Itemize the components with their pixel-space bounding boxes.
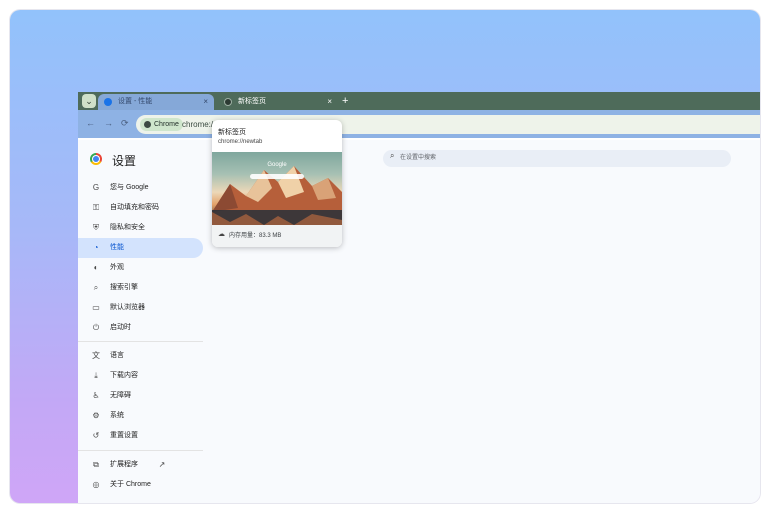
- sidebar-item-default-browser[interactable]: ▭ 默认浏览器: [78, 298, 203, 318]
- sidebar-item-label: 无障碍: [110, 392, 131, 399]
- sidebar-item-appearance[interactable]: ◐ 外观: [78, 258, 203, 278]
- tab-settings[interactable]: 设置 - 性能 ×: [98, 94, 214, 110]
- puzzle-icon: ⧉: [93, 460, 99, 469]
- search-icon: ⌕: [93, 283, 99, 292]
- sidebar-divider: [78, 450, 203, 451]
- sidebar-item-label: 自动填充和密码: [110, 204, 159, 211]
- sidebar-item-performance[interactable]: ◔ 性能: [78, 238, 203, 258]
- hover-card-url: chrome://newtab: [218, 139, 263, 145]
- desktop-background: ⌄ 设置 - 性能 × 新标签页 × + ← → ⟳ Chrome 设置 ⌕ 在…: [10, 10, 760, 503]
- tab-search-icon[interactable]: ⌄: [82, 94, 96, 108]
- sidebar-item-label: 隐私和安全: [110, 224, 145, 231]
- gear-icon: [104, 98, 112, 106]
- sidebar-item-privacy[interactable]: ⛨ 隐私和安全: [78, 218, 203, 238]
- sidebar-item-you-and-google[interactable]: G 您与 Google: [78, 178, 203, 198]
- new-tab-button[interactable]: +: [342, 93, 348, 109]
- external-link-icon: ↗: [158, 460, 166, 469]
- search-placeholder: 在设置中搜索: [400, 155, 437, 161]
- sidebar-item-downloads[interactable]: ⤓ 下载内容: [78, 366, 203, 386]
- accessibility-icon: ♿: [92, 391, 100, 400]
- sidebar-item-label: 关于 Chrome: [110, 481, 151, 488]
- sidebar-item-label: 重置设置: [110, 432, 138, 439]
- reload-icon[interactable]: ⟳: [121, 118, 129, 129]
- sidebar-item-system[interactable]: ⚙ 系统: [78, 406, 203, 426]
- hover-card-title: 新标签页: [218, 129, 246, 136]
- sidebar-item-label: 启动时: [110, 324, 131, 331]
- key-icon: ⚿: [92, 203, 100, 212]
- google-wordmark: Google: [267, 162, 287, 168]
- sidebar-item-reset[interactable]: ↺ 重置设置: [78, 426, 203, 446]
- sidebar-item-label: 系统: [110, 412, 124, 419]
- wrench-icon: ⚙: [92, 411, 100, 420]
- speedometer-icon: ◔: [93, 243, 99, 252]
- sidebar-item-search-engine[interactable]: ⌕ 搜索引擎: [78, 278, 203, 298]
- sidebar-divider: [78, 341, 203, 342]
- sidebar-item-accessibility[interactable]: ♿ 无障碍: [78, 386, 203, 406]
- sidebar-item-about-chrome[interactable]: ◎ 关于 Chrome: [78, 475, 203, 495]
- close-icon[interactable]: ×: [327, 94, 332, 110]
- tab-new-tab[interactable]: 新标签页 ×: [218, 94, 338, 110]
- close-icon[interactable]: ×: [203, 94, 208, 110]
- chrome-logo-icon: [90, 153, 102, 165]
- tab-preview-thumbnail: Google: [212, 152, 342, 225]
- sidebar-item-on-startup[interactable]: ⏻ 启动时: [78, 318, 203, 338]
- tab-strip: ⌄ 设置 - 性能 × 新标签页 × +: [78, 92, 760, 110]
- settings-search-input[interactable]: ⌕ 在设置中搜索: [383, 150, 731, 167]
- reset-icon: ↺: [92, 431, 100, 440]
- shield-icon: ⛨: [93, 223, 99, 232]
- tab-title: 设置 - 性能: [118, 98, 153, 105]
- power-icon: ⏻: [92, 323, 100, 332]
- sidebar-item-label: 搜索引擎: [110, 284, 138, 291]
- sidebar-item-label: 扩展程序: [110, 461, 138, 468]
- memory-usage-row: ☁ 内存用量：83.3 MB: [212, 225, 342, 247]
- download-icon: ⤓: [94, 371, 98, 380]
- browser-window-icon: ▭: [92, 303, 100, 312]
- chrome-chip[interactable]: Chrome: [140, 118, 183, 131]
- sidebar-item-extensions[interactable]: ⧉ 扩展程序 ↗: [78, 455, 203, 475]
- page-title: 设置: [112, 154, 137, 168]
- search-icon: ⌕: [390, 151, 395, 160]
- sidebar-item-label: 外观: [110, 264, 124, 271]
- chrome-icon: [224, 98, 232, 106]
- chrome-icon: [144, 121, 151, 128]
- forward-icon[interactable]: →: [104, 118, 113, 128]
- browser-window: ⌄ 设置 - 性能 × 新标签页 × + ← → ⟳ Chrome 设置 ⌕ 在…: [78, 92, 760, 503]
- sidebar-item-label: 下载内容: [110, 372, 138, 379]
- chrome-icon: ◎: [92, 480, 100, 489]
- memory-usage-text: 内存用量：83.3 MB: [229, 233, 282, 239]
- sidebar-item-label: 语言: [110, 352, 124, 359]
- toolbar: ← → ⟳ Chrome chrome://settings/performan…: [78, 110, 760, 138]
- tab-hover-card: 新标签页 chrome://newtab Google ☁ 内存用量：83.3 …: [212, 120, 342, 247]
- tab-title: 新标签页: [238, 98, 266, 105]
- sidebar-item-label: 您与 Google: [110, 184, 149, 191]
- sidebar-item-autofill[interactable]: ⚿ 自动填充和密码: [78, 198, 203, 218]
- chip-label: Chrome: [154, 121, 179, 128]
- sidebar-item-label: 默认浏览器: [110, 304, 145, 311]
- back-icon[interactable]: ←: [86, 118, 95, 128]
- google-icon: G: [92, 183, 100, 192]
- sidebar-item-languages[interactable]: 文 语言: [78, 346, 203, 366]
- memory-icon: ☁: [218, 231, 225, 238]
- palette-icon: ◐: [93, 263, 99, 272]
- sidebar-item-label: 性能: [110, 244, 124, 251]
- translate-icon: 文: [92, 351, 100, 360]
- settings-page: 设置 ⌕ 在设置中搜索 G 您与 Google ⚿ 自动填充和密码 ⛨ 隐私和安…: [78, 140, 760, 503]
